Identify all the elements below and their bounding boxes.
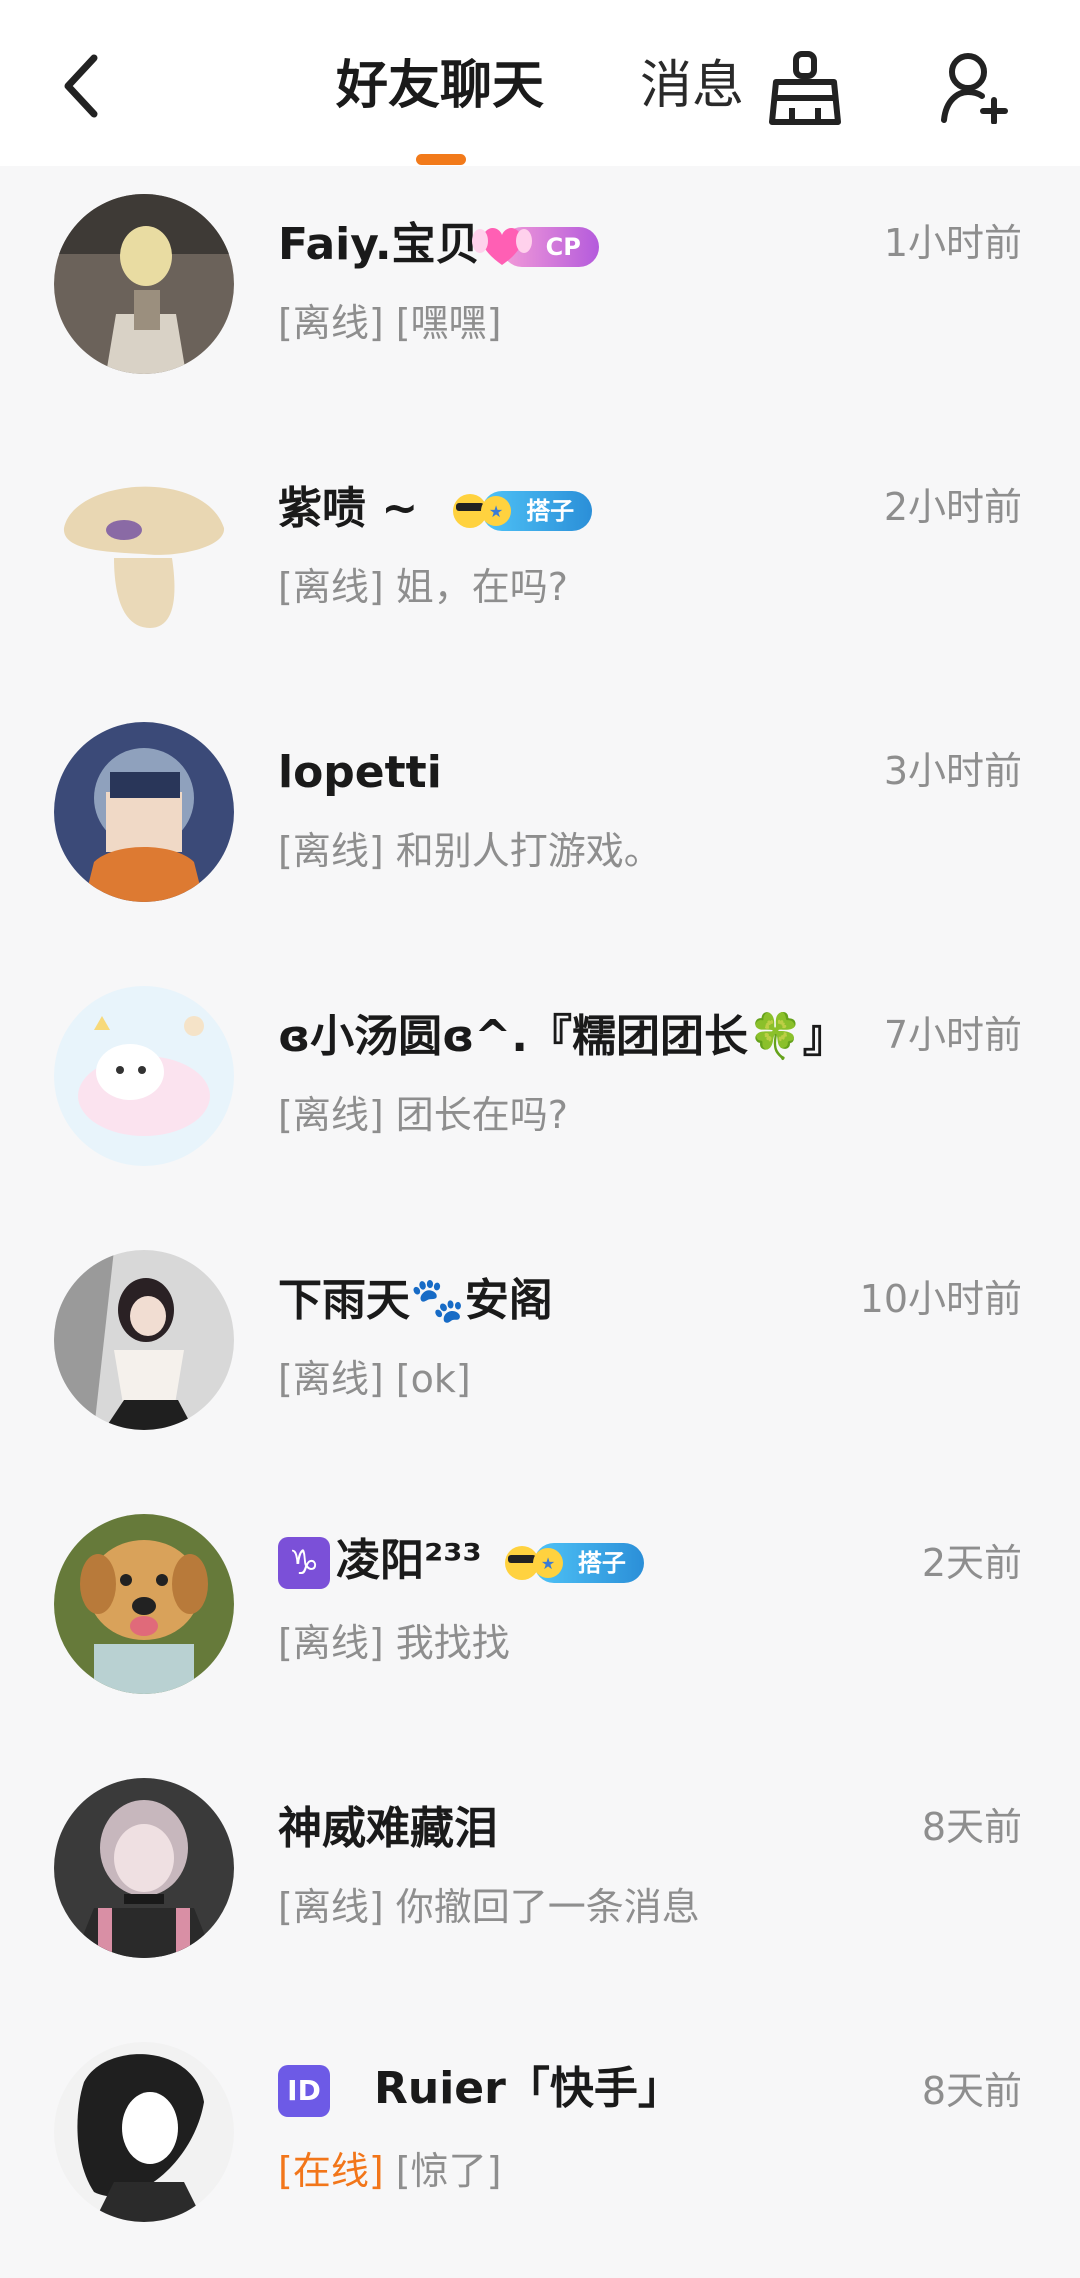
- timestamp: 7小时前: [883, 1013, 1022, 1057]
- status-label: [离线]: [278, 1357, 384, 1401]
- clean-icon[interactable]: [768, 50, 842, 128]
- last-message: [离线] [嘿嘿]: [278, 298, 501, 348]
- svg-text:★: ★: [541, 1554, 555, 1573]
- contact-name: 下雨天🐾安阁: [278, 1275, 553, 1326]
- message-text: 我找找: [395, 1621, 510, 1665]
- chat-item[interactable]: 紫啧 ~ ★ 搭子 2小时前 [离线] 姐，在吗?: [0, 430, 1080, 694]
- cp-badge: CP: [471, 227, 599, 267]
- status-label: [离线]: [278, 1885, 384, 1929]
- message-text: 和别人打游戏。: [395, 829, 662, 873]
- contact-name: ♑ 凌阳²³³ ★ 搭子: [278, 1532, 644, 1590]
- status-label: [离线]: [278, 829, 384, 873]
- avatar[interactable]: [54, 2042, 234, 2222]
- avatar[interactable]: [54, 986, 234, 1166]
- cool-star-emoji-icon: ★: [504, 1546, 563, 1580]
- svg-text:★: ★: [489, 502, 503, 521]
- timestamp: 3小时前: [883, 749, 1022, 793]
- contact-name: 紫啧 ~ ★ 搭子: [278, 480, 593, 538]
- cool-star-emoji-icon: ★: [453, 494, 512, 528]
- status-label: [在线]: [278, 2149, 384, 2193]
- status-label: [离线]: [278, 565, 384, 609]
- dazi-badge: ★ 搭子: [453, 491, 593, 531]
- status-label: [离线]: [278, 1621, 384, 1665]
- timestamp: 1小时前: [883, 221, 1022, 265]
- last-message: [在线] [惊了]: [278, 2146, 501, 2196]
- back-icon[interactable]: [56, 50, 108, 122]
- id-badge-icon: ID: [278, 2065, 330, 2117]
- timestamp: 2小时前: [883, 485, 1022, 529]
- top-bar: 好友聊天 消息: [0, 0, 1080, 166]
- last-message: [离线] 你撤回了一条消息: [278, 1882, 700, 1932]
- avatar[interactable]: [54, 194, 234, 374]
- chat-item[interactable]: ♑ 凌阳²³³ ★ 搭子 2天前 [离线] 我找找: [0, 1486, 1080, 1750]
- timestamp: 10小时前: [859, 1277, 1022, 1321]
- status-label: [离线]: [278, 1093, 384, 1137]
- capricorn-sign-icon: ♑: [278, 1537, 330, 1589]
- chat-item[interactable]: 神威难藏泪 8天前 [离线] 你撤回了一条消息: [0, 1750, 1080, 2014]
- avatar[interactable]: [54, 1778, 234, 1958]
- last-message: [离线] 我找找: [278, 1618, 510, 1668]
- avatar[interactable]: [54, 1514, 234, 1694]
- message-text: 团长在吗?: [395, 1093, 568, 1137]
- timestamp: 2天前: [921, 1541, 1022, 1585]
- avatar[interactable]: [54, 458, 234, 638]
- last-message: [离线] 团长在吗?: [278, 1090, 568, 1140]
- contact-name: lopetti: [278, 747, 442, 798]
- timestamp: 8天前: [921, 1805, 1022, 1849]
- status-label: [离线]: [278, 301, 384, 345]
- chat-item[interactable]: lopetti 3小时前 [离线] 和别人打游戏。: [0, 694, 1080, 958]
- message-text: [惊了]: [395, 2149, 502, 2193]
- avatar[interactable]: [54, 722, 234, 902]
- message-text: [ok]: [395, 1357, 471, 1401]
- last-message: [离线] 姐，在吗?: [278, 562, 568, 612]
- chat-item[interactable]: ID Ruier「快手」 8天前 [在线] [惊了]: [0, 2014, 1080, 2278]
- chat-item[interactable]: ɞ小汤圆ɞ^.『糯团团长🍀』 7小时前 [离线] 团长在吗?: [0, 958, 1080, 1222]
- message-text: 你撤回了一条消息: [395, 1885, 700, 1929]
- contact-name: 神威难藏泪: [278, 1803, 498, 1854]
- add-friend-icon[interactable]: [938, 50, 1010, 124]
- active-tab-indicator: [416, 154, 466, 165]
- message-text: [嘿嘿]: [395, 301, 502, 345]
- contact-name: Faiy.宝贝 CP: [278, 216, 599, 274]
- chat-item[interactable]: Faiy.宝贝 CP 1小时前 [离线] [嘿嘿]: [0, 166, 1080, 430]
- chat-item[interactable]: 下雨天🐾安阁 10小时前 [离线] [ok]: [0, 1222, 1080, 1486]
- heart-wings-icon: [471, 228, 532, 265]
- contact-name: ɞ小汤圆ɞ^.『糯团团长🍀』: [278, 1011, 847, 1062]
- tab-friend-chat[interactable]: 好友聊天: [336, 52, 544, 120]
- tab-messages[interactable]: 消息: [640, 52, 744, 120]
- message-text: 姐，在吗?: [395, 565, 568, 609]
- last-message: [离线] [ok]: [278, 1354, 471, 1404]
- avatar[interactable]: [54, 1250, 234, 1430]
- timestamp: 8天前: [921, 2069, 1022, 2113]
- contact-name: ID Ruier「快手」: [278, 2060, 682, 2118]
- dazi-badge: ★ 搭子: [504, 1543, 644, 1583]
- last-message: [离线] 和别人打游戏。: [278, 826, 662, 876]
